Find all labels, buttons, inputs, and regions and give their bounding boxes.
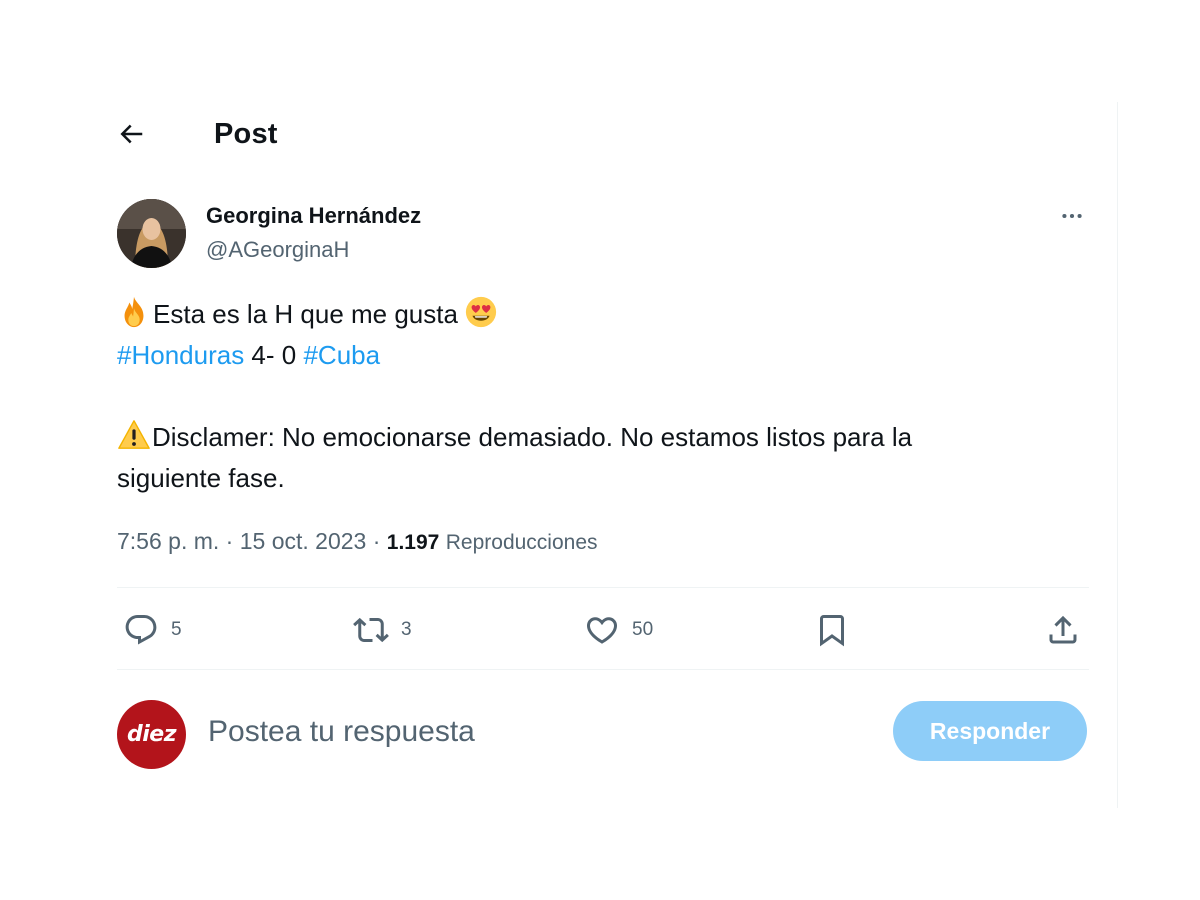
page-title: Post	[214, 117, 278, 150]
page-header: Post	[117, 112, 1017, 156]
share-icon	[1049, 615, 1077, 644]
disclaimer-text: Disclamer: No emocionarse demasiado. No …	[152, 422, 913, 452]
hashtag-honduras-link[interactable]: #Honduras	[117, 340, 244, 370]
reply-input[interactable]	[208, 712, 848, 752]
bookmark-icon	[820, 615, 844, 647]
current-user-avatar[interactable]: diez	[117, 700, 186, 769]
back-arrow-icon	[120, 124, 143, 144]
column-border	[1117, 102, 1118, 808]
post-line-3: Disclamer: No emocionarse demasiado. No …	[117, 417, 1057, 458]
post-time[interactable]: 7:56 p. m.	[117, 528, 219, 554]
author-handle[interactable]: @AGeorginaH	[206, 237, 349, 263]
hashtag-cuba-link[interactable]: #Cuba	[303, 340, 380, 370]
heart-eyes-emoji-icon	[464, 295, 498, 329]
post-line-1: Esta es la H que me gusta	[117, 294, 1057, 335]
repost-icon	[353, 617, 389, 643]
repost-count: 3	[401, 619, 412, 640]
avatar-photo	[117, 199, 186, 268]
post-line-2: #Honduras 4- 0 #Cuba	[117, 335, 1057, 376]
repost-button[interactable]: 3	[353, 607, 412, 653]
meta-separator: ·	[219, 528, 240, 554]
like-count: 50	[632, 619, 654, 640]
post-sentence: Esta es la H que me gusta	[153, 299, 458, 329]
post-date[interactable]: 15 oct. 2023	[240, 528, 367, 554]
back-button[interactable]	[113, 116, 149, 152]
post-text: Esta es la H que me gusta #Honduras 4- 0…	[117, 294, 1057, 499]
author-name[interactable]: Georgina Hernández	[206, 203, 421, 229]
post-author: Georgina Hernández @AGeorginaH	[117, 199, 1087, 269]
diez-logo: diez	[126, 722, 177, 747]
reply-composer: diez Responder	[117, 700, 1087, 770]
warning-icon	[117, 418, 151, 452]
post-page: Post Georgina Hernández @AGeorginaH Esta…	[0, 0, 1200, 900]
reply-submit-button[interactable]: Responder	[893, 701, 1087, 761]
more-options-button[interactable]	[1057, 201, 1087, 231]
post-meta: 7:56 p. m. · 15 oct. 2023 · 1.197 Reprod…	[117, 528, 598, 555]
line-break	[117, 376, 1057, 417]
like-button[interactable]: 50	[584, 607, 653, 653]
meta-separator-2: ·	[366, 528, 387, 554]
views-label: Reproducciones	[445, 531, 598, 554]
post-line-4: siguiente fase.	[117, 463, 285, 493]
share-button[interactable]	[1045, 607, 1081, 653]
divider-top	[117, 587, 1089, 588]
reply-icon	[125, 615, 157, 645]
score-text: 4- 0	[244, 340, 304, 370]
bookmark-button[interactable]	[814, 607, 850, 653]
views-count: 1.197	[386, 531, 440, 554]
fire-icon	[117, 295, 151, 329]
reply-count: 5	[171, 619, 182, 640]
more-icon	[1062, 213, 1082, 219]
divider-bottom	[117, 669, 1089, 670]
like-icon	[586, 617, 618, 644]
post-actions: 5 3 50	[117, 607, 1089, 653]
author-avatar[interactable]	[117, 199, 186, 268]
reply-button[interactable]: 5	[123, 607, 182, 653]
